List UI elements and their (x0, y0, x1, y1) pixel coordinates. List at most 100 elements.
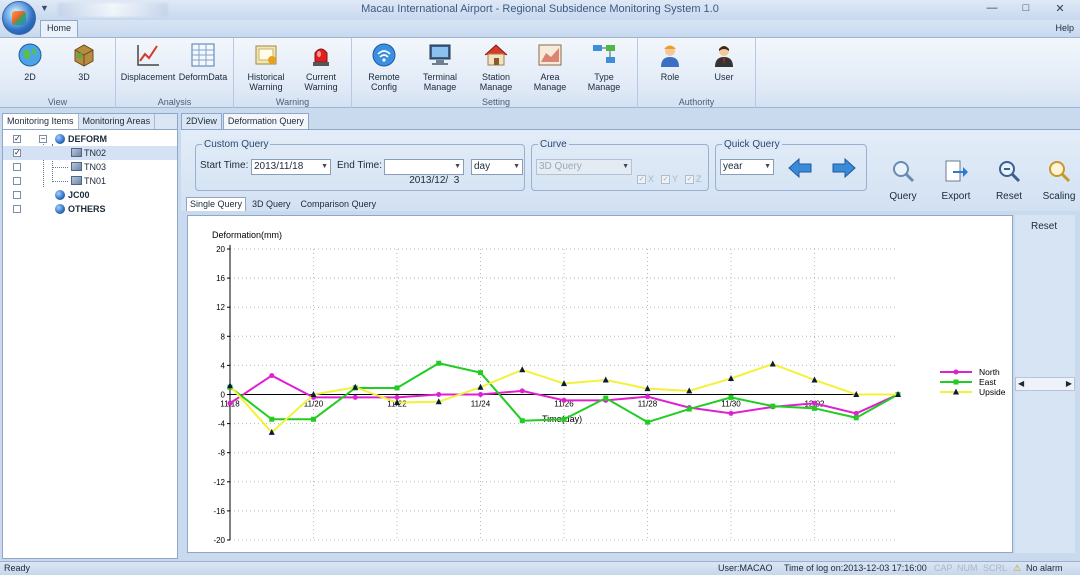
tab-monitoring-areas[interactable]: Monitoring Areas (79, 114, 156, 129)
tab-deformation-query[interactable]: Deformation Query (222, 113, 309, 129)
status-num: NUM (957, 563, 978, 573)
data-point-east (269, 416, 275, 422)
tab-single-query[interactable]: Single Query (186, 197, 247, 211)
legend-marker-north (953, 369, 959, 375)
scroll-left-icon[interactable]: ◀ (1018, 379, 1024, 388)
ribbon-group-label-authority: Authority (678, 97, 715, 107)
maximize-button[interactable]: □ (1016, 2, 1036, 15)
ribbon-group-analysis: Displacement DeformData Analysis (116, 38, 234, 108)
2d-label: 2D (24, 72, 36, 82)
end-time-value: 2013/12/ 3 (409, 175, 460, 186)
tree-collapse-icon[interactable]: − (39, 135, 47, 143)
curve-mode-select[interactable]: 3D Query ▼ (536, 159, 632, 175)
historical-warning-label-1: Historical (247, 72, 285, 82)
curve-y-checkbox[interactable]: ✓ (661, 175, 670, 184)
current-warning-button[interactable]: Current Warning (298, 42, 344, 92)
data-point-north (561, 397, 567, 403)
y-tick-label: -8 (218, 449, 226, 458)
data-point-east (686, 406, 692, 412)
user-icon (711, 42, 737, 68)
data-table-icon (190, 42, 216, 68)
tree-checkbox-jc00[interactable] (13, 191, 21, 199)
user-button[interactable]: User (706, 42, 742, 82)
deformdata-button[interactable]: DeformData (178, 42, 228, 82)
tree-item-tn03[interactable]: TN03 (3, 160, 177, 174)
right-reset-label[interactable]: Reset (1031, 221, 1057, 232)
tree-checkbox-others[interactable] (13, 205, 21, 213)
scroll-right-icon[interactable]: ▶ (1066, 379, 1072, 388)
area-chart-icon (537, 42, 563, 68)
station-node-icon (71, 176, 82, 185)
curve-z-checkbox[interactable]: ✓ (685, 175, 694, 184)
tree-item-jc00[interactable]: JC00 (3, 188, 177, 202)
status-alarm: No alarm (1026, 563, 1063, 573)
tree-item-tn02[interactable]: ✓ TN02 (3, 146, 177, 160)
reset-button[interactable]: Reset (986, 158, 1032, 202)
scaling-label: Scaling (1042, 191, 1076, 202)
tree-item-tn01[interactable]: TN01 (3, 174, 177, 188)
3d-button[interactable]: 3D (66, 42, 102, 82)
export-button[interactable]: Export (933, 158, 979, 202)
curve-x-checkbox[interactable]: ✓ (637, 175, 646, 184)
tree-checkbox-tn01[interactable] (13, 177, 21, 185)
query-button[interactable]: Query (880, 158, 926, 202)
y-tick-label: -20 (213, 536, 225, 545)
current-warning-label-2: Warning (304, 82, 338, 92)
scaling-button[interactable]: Scaling (1039, 158, 1079, 202)
horizontal-scrollbar[interactable]: ◀ ▶ (1015, 377, 1075, 391)
start-time-picker[interactable]: 2013/11/18 ▼ (251, 159, 331, 175)
window-title: Macau International Airport - Regional S… (361, 3, 719, 15)
tab-home[interactable]: Home (40, 20, 78, 37)
app-menu-orb-icon[interactable] (2, 1, 36, 35)
tree-checkbox-tn02[interactable]: ✓ (13, 149, 21, 157)
start-time-value: 2013/11/18 (254, 161, 304, 172)
end-time-picker[interactable]: 2013/12/ 3 ▼ (384, 159, 464, 186)
globe-icon (55, 190, 65, 200)
custom-query-legend: Custom Query (202, 139, 271, 150)
status-logon-time: Time of log on:2013-12-03 17:16:00 (784, 563, 927, 573)
left-panel: Monitoring Items Monitoring Areas ✓ − DE… (2, 113, 178, 559)
tree-checkbox-deform[interactable]: ✓ (13, 135, 21, 143)
close-button[interactable]: ✕ (1050, 2, 1070, 15)
previous-arrow-icon[interactable] (788, 157, 812, 179)
data-point-north (853, 410, 859, 416)
role-button[interactable]: Role (652, 42, 688, 82)
2d-button[interactable]: 2D (12, 42, 48, 82)
3d-label: 3D (78, 72, 90, 82)
role-label: Role (660, 72, 680, 82)
remote-config-label-2: Config (370, 82, 397, 92)
minimize-button[interactable]: — (982, 2, 1002, 15)
type-manage-label-1: Type (594, 72, 614, 82)
quick-query-select[interactable]: year ▼ (720, 159, 774, 175)
end-time-label: End Time: (337, 160, 383, 171)
tab-2dview[interactable]: 2DView (181, 113, 222, 129)
type-manage-button[interactable]: Type Manage (582, 42, 626, 92)
title-bar: ▼ Macau International Airport - Regional… (0, 0, 1080, 35)
tree-item-others[interactable]: OTHERS (3, 202, 177, 216)
help-link[interactable]: Help (1055, 23, 1074, 33)
custom-query-group: Custom Query Start Time: 2013/11/18 ▼ En… (195, 139, 525, 191)
station-manage-button[interactable]: Station Manage (472, 42, 520, 92)
deformdata-label: DeformData (178, 72, 228, 82)
area-manage-label-2: Manage (533, 82, 567, 92)
tree-checkbox-tn03[interactable] (13, 163, 21, 171)
tab-monitoring-items[interactable]: Monitoring Items (3, 114, 79, 129)
tab-3d-query[interactable]: 3D Query (248, 197, 295, 211)
tab-comparison-query[interactable]: Comparison Query (297, 197, 381, 211)
legend-label-east: East (979, 377, 997, 387)
tree-label-others: OTHERS (68, 204, 106, 214)
x-tick-label: 11/28 (638, 400, 658, 409)
historical-warning-button[interactable]: Historical Warning (242, 42, 290, 92)
time-unit-select[interactable]: day ▼ (471, 159, 523, 175)
displacement-button[interactable]: Displacement (120, 42, 176, 82)
reset-label: Reset (995, 191, 1023, 202)
data-point-north (352, 394, 358, 400)
quick-query-legend: Quick Query (722, 139, 782, 150)
remote-config-button[interactable]: Remote Config (362, 42, 406, 92)
next-arrow-icon[interactable] (832, 157, 856, 179)
status-ready: Ready (4, 563, 31, 573)
area-manage-button[interactable]: Area Manage (528, 42, 572, 92)
tree-item-deform[interactable]: ✓ − DEFORM (3, 132, 177, 146)
terminal-manage-button[interactable]: Terminal Manage (416, 42, 464, 92)
data-point-east (812, 405, 817, 411)
